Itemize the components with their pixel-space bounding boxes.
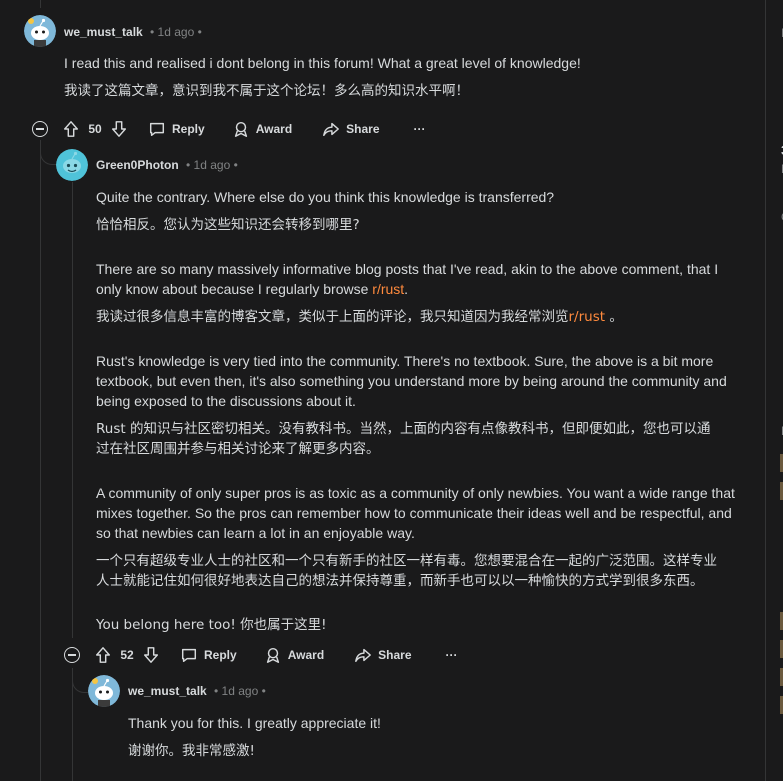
- username[interactable]: Green0Photon: [96, 158, 179, 172]
- comment-text-part: only know about because I regularly brow…: [96, 281, 373, 297]
- reply-label: Reply: [204, 648, 237, 662]
- timestamp[interactable]: • 1d ago •: [186, 158, 238, 172]
- comment-text-part: .: [404, 281, 409, 297]
- avatar[interactable]: [56, 149, 88, 181]
- comment-text-part: 我读过很多信息丰富的博客文章，类似于上面的评论，我只知道因为我经常浏览: [96, 309, 569, 325]
- share-icon: [355, 648, 372, 663]
- comment-thread: we_must_talk • 1d ago • I read this and …: [0, 0, 765, 781]
- share-icon: [323, 122, 340, 137]
- upvote-button[interactable]: 52: [94, 646, 136, 664]
- more-options-icon: ···: [413, 122, 426, 136]
- snoo-avatar-icon: [88, 675, 120, 707]
- comment-text-translation: 我读过很多信息丰富的博客文章，类似于上面的评论，我只知道因为我经常浏览r/rus…: [96, 307, 623, 327]
- comment-text-translation: Rust 的知识与社区密切相关。没有教科书。当然，上面的内容有点像教科书，但即便…: [96, 421, 711, 437]
- comment-actions: 52 Reply Award Share ···: [94, 643, 458, 667]
- downvote-button[interactable]: [110, 120, 128, 138]
- comment-actions: 50 Reply Award Share ···: [62, 117, 426, 141]
- share-button[interactable]: Share: [354, 646, 412, 664]
- more-options-button[interactable]: ···: [414, 122, 426, 136]
- upvote-button[interactable]: 50: [62, 120, 104, 138]
- thread-line[interactable]: [40, 140, 41, 781]
- comment-text: mixes together. So the pros can remember…: [96, 505, 732, 521]
- comment-text-translation: 我读了这篇文章，意识到我不属于这个论坛！多么高的知识水平啊！: [64, 83, 469, 99]
- comment-text-part: 。: [605, 309, 623, 325]
- share-label: Share: [346, 122, 380, 136]
- thread-connector: [40, 140, 57, 165]
- comment-text: I read this and realised i dont belong i…: [64, 55, 581, 71]
- upvote-icon: [63, 121, 79, 137]
- timestamp[interactable]: • 1d ago •: [150, 25, 202, 39]
- reply-button[interactable]: Reply: [180, 646, 237, 664]
- thread-connector: [72, 668, 89, 693]
- more-options-icon: ···: [445, 648, 458, 662]
- upvote-icon: [95, 647, 111, 663]
- snoo-avatar-icon: [56, 149, 88, 181]
- comment-text: only know about because I regularly brow…: [96, 279, 408, 299]
- comment-text: textbook, but even then, it's also somet…: [96, 373, 727, 389]
- award-label: Award: [287, 648, 325, 662]
- snoo-avatar-icon: [24, 15, 56, 47]
- comment-text-translation: 过在社区周围并参与相关讨论来了解更多内容。: [96, 441, 380, 457]
- comment-text-translation: 人士就能记住如何很好地表达自己的想法并保持尊重，而新手也可以以一种愉快的方式学到…: [96, 573, 704, 589]
- avatar[interactable]: [24, 15, 56, 47]
- comment-text: A community of only super pros is as tox…: [96, 485, 735, 501]
- comment-text: being exposed to the discussions about i…: [96, 393, 356, 409]
- award-icon: [266, 647, 279, 663]
- comment-text: There are so many massively informative …: [96, 261, 719, 277]
- award-button[interactable]: Award: [264, 646, 324, 664]
- thread-line[interactable]: [72, 182, 73, 638]
- reply-button[interactable]: Reply: [148, 120, 205, 138]
- award-label: Award: [255, 122, 293, 136]
- award-button[interactable]: Award: [232, 120, 292, 138]
- vote-count: 52: [120, 648, 134, 662]
- subreddit-link[interactable]: r/rust: [372, 281, 404, 297]
- comment-text-translation: 一个只有超级专业人士的社区和一个只有新手的社区一样有毒。您想要混合在一起的广泛范…: [96, 553, 717, 569]
- timestamp[interactable]: • 1d ago •: [214, 684, 266, 698]
- comment-text: Rust's knowledge is very tied into the c…: [96, 353, 714, 369]
- username[interactable]: we_must_talk: [64, 25, 143, 39]
- reply-label: Reply: [172, 122, 205, 136]
- comment-text: Thank you for this. I greatly appreciate…: [128, 715, 381, 731]
- more-options-button[interactable]: ···: [446, 648, 458, 662]
- downvote-button[interactable]: [142, 646, 160, 664]
- username[interactable]: we_must_talk: [128, 684, 207, 698]
- thread-line[interactable]: [40, 0, 41, 8]
- share-button[interactable]: Share: [322, 120, 380, 138]
- comment-text: so that newbies can learn a lot in an en…: [96, 525, 415, 541]
- subreddit-link[interactable]: r/rust: [569, 309, 606, 325]
- downvote-icon: [111, 121, 127, 137]
- sidebar-edge: I 3 N C F: [765, 0, 783, 781]
- downvote-icon: [143, 647, 159, 663]
- collapse-thread-button[interactable]: [64, 647, 80, 663]
- comment-text-translation: 谢谢你。我非常感激!: [128, 743, 255, 759]
- collapse-thread-button[interactable]: [32, 121, 48, 137]
- comment-bubble-icon: [181, 648, 197, 663]
- vote-count: 50: [88, 122, 102, 136]
- comment-text: You belong here too! 你也属于这里!: [96, 617, 327, 633]
- comment-bubble-icon: [149, 122, 165, 137]
- avatar[interactable]: [88, 675, 120, 707]
- comment-text-translation: 恰恰相反。您认为这些知识还会转移到哪里?: [96, 217, 360, 233]
- comment-text: Quite the contrary. Where else do you th…: [96, 189, 555, 205]
- share-label: Share: [378, 648, 412, 662]
- award-icon: [234, 121, 247, 137]
